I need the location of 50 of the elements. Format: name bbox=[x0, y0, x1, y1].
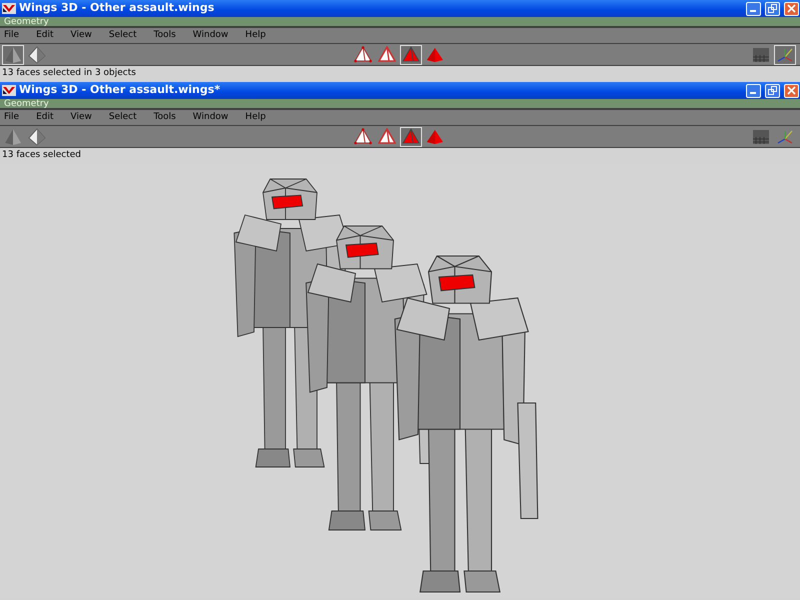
close-button[interactable] bbox=[784, 2, 799, 16]
app-icon bbox=[2, 3, 16, 14]
smooth-pyramid-icon bbox=[4, 128, 22, 146]
toolbar-button[interactable] bbox=[376, 126, 398, 146]
ground-grid-icon bbox=[752, 46, 770, 64]
vertex-pyramid-icon bbox=[354, 46, 372, 64]
toolbar-button[interactable] bbox=[400, 126, 422, 146]
restore-icon bbox=[768, 4, 777, 13]
menu-item[interactable]: Help bbox=[241, 110, 271, 124]
toolbar-button[interactable] bbox=[352, 126, 374, 146]
window-title: Wings 3D - Other assault.wings bbox=[19, 0, 214, 16]
close-icon bbox=[787, 86, 796, 95]
menu-item[interactable]: File bbox=[0, 28, 24, 42]
menu-item[interactable]: Tools bbox=[150, 110, 181, 124]
edge-pyramid-icon bbox=[378, 46, 396, 64]
menu-item[interactable]: File bbox=[0, 110, 24, 124]
toolbar-button[interactable] bbox=[2, 44, 24, 64]
toolbar-button[interactable] bbox=[352, 44, 374, 64]
menu-item[interactable]: View bbox=[66, 28, 97, 42]
close-button[interactable] bbox=[784, 84, 799, 98]
restore-icon bbox=[768, 86, 777, 95]
restore-button[interactable] bbox=[765, 2, 780, 16]
menu-item[interactable]: Select bbox=[104, 110, 142, 124]
solid-pyramid-icon bbox=[426, 46, 444, 64]
minimize-button[interactable] bbox=[746, 2, 761, 16]
edge-pyramid-icon bbox=[378, 128, 396, 146]
menu-item[interactable]: Window bbox=[188, 28, 234, 42]
menu-item[interactable]: Select bbox=[104, 28, 142, 42]
menu-item[interactable]: Window bbox=[188, 110, 234, 124]
toolbar-button[interactable] bbox=[400, 44, 422, 64]
panel-title-bar: Geometry bbox=[0, 17, 800, 28]
toolbar-button[interactable] bbox=[376, 44, 398, 64]
toolbar-button[interactable] bbox=[774, 44, 796, 64]
toolbar-button[interactable] bbox=[26, 44, 48, 64]
restore-button[interactable] bbox=[765, 84, 780, 98]
menu-item[interactable]: Help bbox=[241, 28, 271, 42]
vertex-pyramid-icon bbox=[354, 128, 372, 146]
close-icon bbox=[787, 4, 796, 13]
ground-grid-icon bbox=[752, 128, 770, 146]
window-title: Wings 3D - Other assault.wings* bbox=[19, 82, 220, 98]
solid-pyramid-icon bbox=[426, 128, 444, 146]
menu-item[interactable]: View bbox=[66, 110, 97, 124]
smooth-pyramid-icon bbox=[4, 46, 22, 64]
app-icon bbox=[2, 85, 16, 96]
menu-item[interactable]: Edit bbox=[32, 28, 58, 42]
panel-title-bar: Geometry bbox=[0, 99, 800, 110]
toolbar-button[interactable] bbox=[26, 126, 48, 146]
minimize-button[interactable] bbox=[746, 84, 761, 98]
menu-item[interactable]: Edit bbox=[32, 110, 58, 124]
menu-item[interactable]: Tools bbox=[150, 28, 181, 42]
